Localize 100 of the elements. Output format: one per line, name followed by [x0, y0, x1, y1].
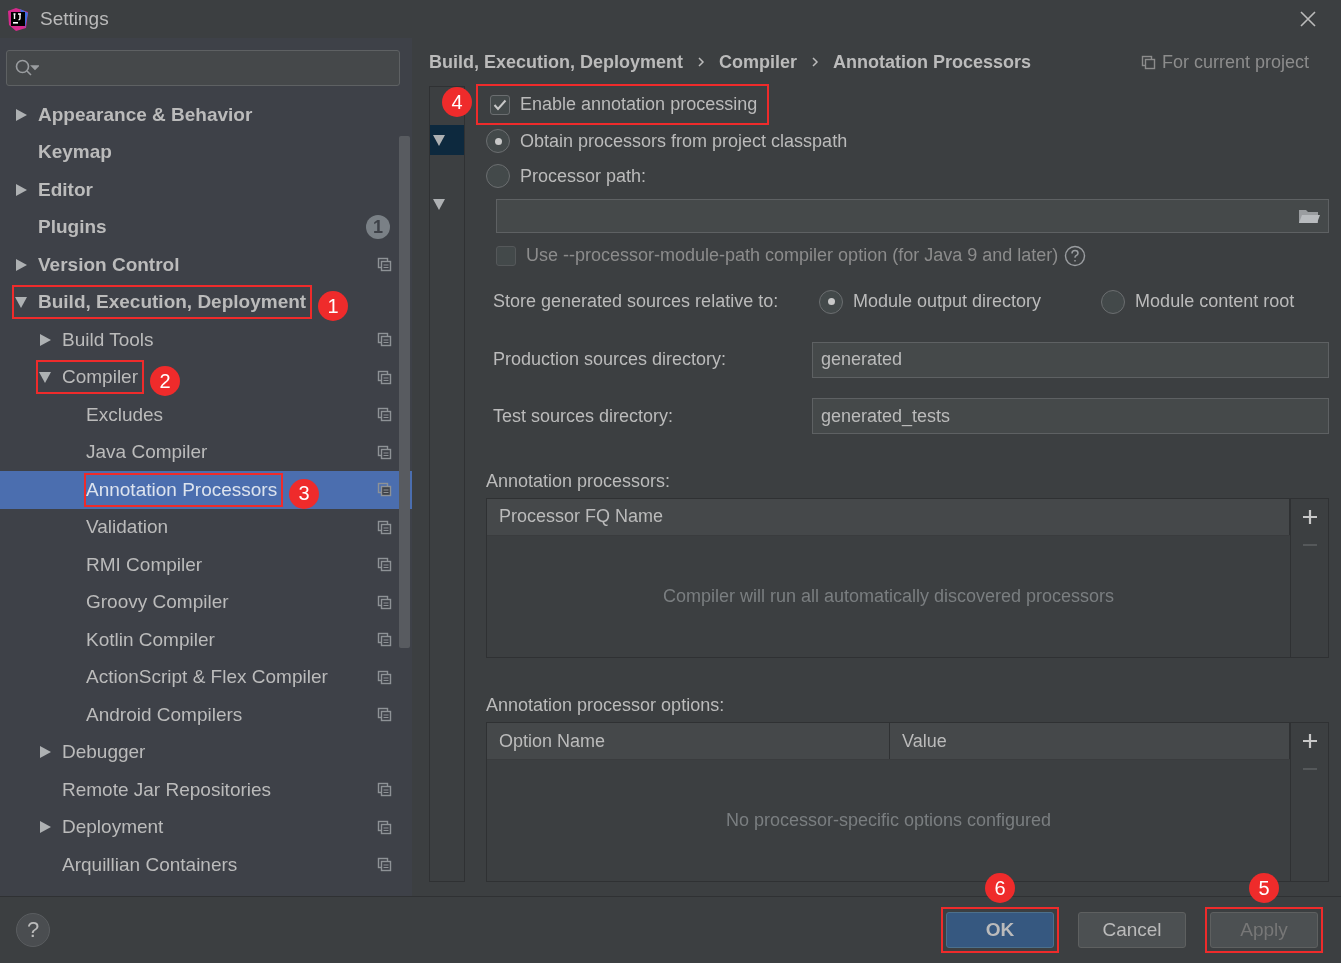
- item-label: Annotation Processors: [86, 478, 278, 501]
- close-icon[interactable]: [1299, 10, 1317, 28]
- folder-icon[interactable]: [1298, 207, 1320, 226]
- radio-label: Module content root: [1135, 291, 1295, 313]
- item-label: Remote Jar Repositories: [62, 778, 272, 801]
- collapse-arrow-icon[interactable]: [38, 370, 52, 385]
- text-field[interactable]: generated: [812, 341, 1329, 378]
- item-label: Excludes: [86, 403, 164, 426]
- path-field[interactable]: [496, 199, 1329, 234]
- help-icon[interactable]: [1064, 244, 1087, 267]
- update-count: 1: [366, 215, 390, 240]
- tree-item[interactable]: Build Tools: [0, 321, 412, 359]
- tree-item[interactable]: Groovy Compiler: [0, 583, 412, 621]
- collapse-arrow-icon[interactable]: [432, 133, 446, 147]
- item-label: Plugins: [38, 216, 107, 239]
- section-title: Annotation processors:: [486, 470, 671, 492]
- radio-button[interactable]: [1101, 289, 1126, 314]
- radio-label: Obtain processors from project classpath: [520, 130, 848, 152]
- dialog-button[interactable]: OK: [946, 912, 1054, 948]
- profile-row[interactable]: [430, 125, 464, 155]
- breadcrumb-item[interactable]: Compiler: [719, 51, 798, 73]
- empty-message: Compiler will run all automatically discovered processors: [662, 585, 1115, 607]
- tree-item[interactable]: Keymap: [0, 133, 412, 171]
- search-field[interactable]: [6, 50, 400, 86]
- tree-item[interactable]: Kotlin Compiler: [0, 621, 412, 659]
- tree-item[interactable]: Remote Jar Repositories: [0, 771, 412, 809]
- breadcrumb-item[interactable]: Build, Execution, Deployment: [429, 51, 684, 73]
- radio-label: Module output directory: [853, 291, 1042, 313]
- text-field[interactable]: generated_tests: [812, 398, 1329, 435]
- tree-item[interactable]: Plugins 1: [0, 208, 412, 246]
- checkbox[interactable]: [490, 94, 510, 115]
- expand-arrow-icon[interactable]: [38, 820, 52, 835]
- checkbox-label: Enable annotation processing: [520, 94, 758, 116]
- column-header[interactable]: Option Name: [487, 723, 890, 760]
- window-title: Settings: [40, 8, 110, 30]
- remove-icon: [1301, 767, 1318, 772]
- item-label: Validation: [86, 516, 169, 539]
- collapse-arrow-icon[interactable]: [432, 197, 446, 211]
- callout-badge: 3: [289, 478, 320, 509]
- remove-icon: [1301, 542, 1318, 547]
- radio-button[interactable]: [819, 289, 843, 314]
- item-label: Android Compilers: [86, 703, 243, 726]
- item-label: Appearance & Behavior: [38, 103, 253, 126]
- field-label: Production sources directory:: [493, 349, 728, 370]
- section-title: Annotation processor options:: [486, 695, 725, 717]
- scrollbar[interactable]: [399, 136, 410, 648]
- add-icon[interactable]: [1301, 508, 1318, 525]
- chevron-icon: [811, 56, 820, 68]
- tree-item[interactable]: Excludes: [0, 396, 412, 434]
- radio-button[interactable]: [486, 129, 510, 154]
- item-label: Kotlin Compiler: [86, 628, 215, 651]
- item-label: ActionScript & Flex Compiler: [86, 666, 328, 689]
- item-label: Build, Execution, Deployment: [38, 291, 307, 314]
- expand-arrow-icon[interactable]: [14, 182, 28, 197]
- field-label: Store generated sources relative to:: [493, 291, 780, 313]
- tree-item[interactable]: Compiler 2: [0, 358, 412, 396]
- scope-label: For current project: [1161, 51, 1309, 73]
- item-label: Java Compiler: [86, 441, 208, 464]
- tree-item[interactable]: RMI Compiler: [0, 546, 412, 584]
- search-icon: [15, 59, 39, 77]
- expand-arrow-icon[interactable]: [38, 332, 52, 347]
- breadcrumb-item[interactable]: Annotation Processors: [833, 51, 1032, 73]
- tree-item[interactable]: Annotation Processors 3: [0, 471, 412, 509]
- tree-item[interactable]: Editor: [0, 171, 412, 209]
- callout-badge: 6: [985, 873, 1015, 903]
- add-icon[interactable]: [1301, 733, 1318, 750]
- tree-item[interactable]: Version Control: [0, 246, 412, 284]
- column-header[interactable]: Value: [890, 723, 1290, 760]
- collapse-arrow-icon[interactable]: [14, 295, 28, 310]
- item-label: RMI Compiler: [86, 553, 203, 576]
- item-label: Keymap: [38, 141, 112, 164]
- field-label: Test sources directory:: [493, 405, 675, 427]
- item-label: Debugger: [62, 741, 146, 764]
- tree-item[interactable]: Debugger: [0, 733, 412, 771]
- dialog-button[interactable]: Cancel: [1078, 912, 1186, 948]
- callout-badge: 4: [442, 87, 472, 118]
- tree-item[interactable]: Android Compilers: [0, 696, 412, 734]
- radio-label: Processor path:: [520, 165, 647, 187]
- tree-item[interactable]: Build, Execution, Deployment 1: [0, 283, 412, 321]
- tree-item[interactable]: Deployment: [0, 808, 412, 846]
- expand-arrow-icon[interactable]: [38, 745, 52, 760]
- item-label: Arquillian Containers: [62, 853, 238, 876]
- help-button[interactable]: ?: [16, 913, 50, 947]
- chevron-icon: [697, 56, 706, 68]
- column-header[interactable]: Processor FQ Name: [487, 498, 1290, 535]
- radio-button[interactable]: [486, 164, 510, 189]
- expand-arrow-icon[interactable]: [14, 257, 28, 272]
- tree-item[interactable]: ActionScript & Flex Compiler: [0, 658, 412, 696]
- check-icon: [493, 98, 507, 111]
- item-label: Version Control: [38, 253, 180, 276]
- callout-badge: 5: [1249, 873, 1279, 903]
- tree-item[interactable]: Arquillian Containers: [0, 846, 412, 884]
- item-label: Build Tools: [62, 328, 154, 351]
- tree-item[interactable]: Appearance & Behavior: [0, 96, 412, 134]
- item-label: Deployment: [62, 816, 164, 839]
- item-label: Editor: [38, 178, 93, 201]
- copy-icon: [1140, 54, 1156, 70]
- tree-item[interactable]: Java Compiler: [0, 433, 412, 471]
- tree-item[interactable]: Validation: [0, 508, 412, 546]
- expand-arrow-icon[interactable]: [14, 107, 28, 122]
